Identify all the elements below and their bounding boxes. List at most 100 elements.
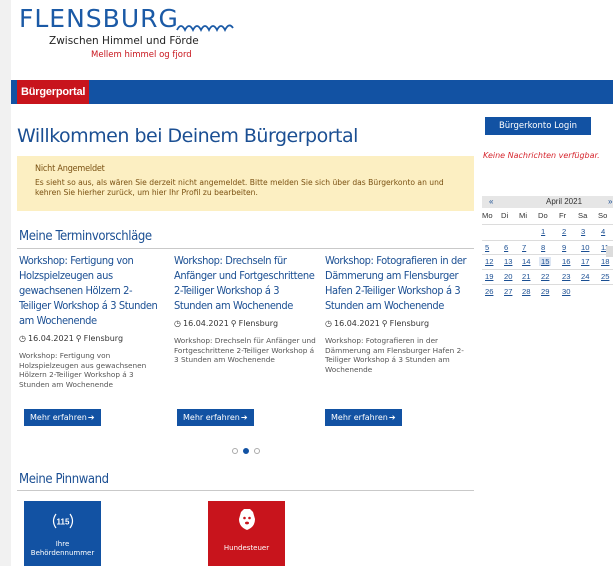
button-label: Mehr erfahren	[183, 413, 240, 422]
tile-label: Hundesteuer	[223, 544, 270, 552]
calendar-day[interactable]: 27	[504, 287, 512, 296]
login-alert: Nicht Angemeldet Es sieht so aus, als wä…	[17, 156, 474, 211]
event-card: Workshop: Fertigung von Holzspielzeugen …	[19, 253, 161, 389]
event-location: Flensburg	[389, 319, 430, 328]
mehr-erfahren-button[interactable]: Mehr erfahren➔	[325, 409, 402, 426]
event-date: 16.04.2021	[333, 319, 380, 328]
logo-wordmark: FLENSBURG	[19, 4, 179, 33]
calendar-row-divider	[482, 254, 613, 255]
calendar-day[interactable]: 26	[485, 287, 493, 296]
calendar-day[interactable]: 16	[562, 257, 570, 266]
event-card-title[interactable]: Workshop: Fertigung von Holzspielzeugen …	[19, 253, 161, 328]
logo-subtitle: Zwischen Himmel und Förde	[49, 35, 199, 47]
calendar-weekday: So	[598, 211, 608, 220]
calendar-day[interactable]: 6	[504, 243, 508, 252]
page: FLENSBURG Zwischen Himmel und Förde Mell…	[11, 0, 613, 566]
event-card-meta: ◷ 16.04.2021 ⚲ Flensburg	[19, 334, 161, 343]
event-date: 16.04.2021	[182, 319, 229, 328]
calendar-day[interactable]: 8	[541, 243, 545, 252]
calendar-day[interactable]: 21	[522, 272, 530, 281]
event-date: 16.04.2021	[27, 334, 74, 343]
calendar-day[interactable]: 1	[541, 227, 545, 236]
calendar-day[interactable]: 10	[581, 243, 589, 252]
logo-subtitle-danish: Mellem himmel og fjord	[91, 50, 192, 60]
event-card-description: Workshop: Drechseln für Anfänger und For…	[174, 336, 316, 365]
calendar-day[interactable]: 18	[601, 257, 609, 266]
calendar-day[interactable]: 25	[601, 272, 609, 281]
location-pin-icon: ⚲	[75, 334, 82, 343]
alert-title: Nicht Angemeldet	[35, 164, 105, 174]
no-messages-text: Keine Nachrichten verfügbar.	[483, 151, 600, 160]
calendar-day[interactable]: 9	[562, 243, 566, 252]
calendar-row-divider	[482, 284, 613, 285]
calendar-weekday: Mi	[519, 211, 528, 220]
calendar-day[interactable]: 30	[562, 287, 570, 296]
calendar-weekday: Fr	[559, 211, 567, 220]
carousel-dot[interactable]	[232, 448, 238, 454]
pinnwand-divider	[17, 490, 474, 491]
arrow-right-icon: ➔	[388, 413, 396, 422]
calendar-day[interactable]: 24	[581, 272, 589, 281]
carousel-indicators	[232, 448, 260, 454]
pinnwand-heading: Meine Pinnwand	[19, 472, 109, 487]
event-card-meta: ◷ 16.04.2021 ⚲ Flensburg	[325, 319, 467, 328]
calendar-weekday: Sa	[578, 211, 588, 220]
logo-waves-icon	[176, 24, 234, 33]
main-navigation: Bürgerportal	[11, 80, 613, 104]
tile-label-line: Ihre	[55, 540, 70, 548]
logo[interactable]: FLENSBURG	[19, 4, 234, 33]
calendar-row-divider	[482, 224, 613, 225]
event-location: Flensburg	[238, 319, 279, 328]
event-card-title[interactable]: Workshop: Fotografieren in der Dämmerung…	[325, 253, 467, 313]
buergerkonto-login-button[interactable]: Bürgerkonto Login	[485, 117, 591, 135]
event-card-description: Workshop: Fotografieren in der Dämmerung…	[325, 336, 464, 374]
calendar-day[interactable]: 4	[601, 227, 605, 236]
event-card: Workshop: Fotografieren in der Dämmerung…	[325, 253, 467, 374]
clock-icon: ◷	[19, 334, 26, 343]
location-pin-icon: ⚲	[381, 319, 388, 328]
calendar-day[interactable]: 20	[504, 272, 512, 281]
event-card-title[interactable]: Workshop: Drechseln für Anfänger und For…	[174, 253, 316, 313]
calendar-row-divider	[482, 240, 613, 241]
arrow-right-icon: ➔	[240, 413, 248, 422]
clock-icon: ◷	[174, 319, 181, 328]
calendar-day[interactable]: 13	[504, 257, 512, 266]
arrow-right-icon: ➔	[87, 413, 95, 422]
carousel-dot[interactable]	[254, 448, 260, 454]
calendar-day[interactable]: 17	[581, 257, 589, 266]
carousel-dot-active[interactable]	[243, 448, 249, 454]
calendar-weekday: Mo	[482, 211, 493, 220]
calendar-day[interactable]: 14	[522, 257, 530, 266]
page-title: Willkommen bei Deinem Bürgerportal	[17, 125, 358, 147]
calendar-day[interactable]: 2	[562, 227, 566, 236]
button-label: Mehr erfahren	[331, 413, 388, 422]
tile-behoerdennummer[interactable]: 115 Ihre Behördennummer	[24, 501, 101, 566]
calendar-day[interactable]: 29	[541, 287, 549, 296]
calendar-day[interactable]: 12	[485, 257, 493, 266]
tile-label: Ihre Behördennummer	[24, 540, 101, 558]
tile-hundesteuer[interactable]: Hundesteuer	[208, 501, 285, 566]
calendar-weekday: Do	[538, 211, 548, 220]
termine-heading: Meine Terminvorschläge	[19, 229, 152, 244]
calendar-empty-cell	[606, 246, 613, 257]
calendar-day[interactable]: 5	[485, 243, 489, 252]
calendar-day[interactable]: 3	[581, 227, 585, 236]
calendar-row-divider	[482, 269, 613, 270]
mehr-erfahren-button[interactable]: Mehr erfahren➔	[177, 409, 254, 426]
dog-icon	[239, 509, 255, 530]
tile-label-line: Behördennummer	[30, 549, 95, 557]
location-pin-icon: ⚲	[230, 319, 237, 328]
nav-tab-buergerportal[interactable]: Bürgerportal	[17, 80, 90, 104]
calendar-day[interactable]: 7	[522, 243, 526, 252]
calendar-day[interactable]: 22	[541, 272, 549, 281]
calendar-day[interactable]: 28	[522, 287, 530, 296]
calendar-day[interactable]: 23	[562, 272, 570, 281]
clock-icon: ◷	[325, 319, 332, 328]
event-card-meta: ◷ 16.04.2021 ⚲ Flensburg	[174, 319, 316, 328]
calendar-next-button[interactable]: »	[608, 196, 612, 208]
mehr-erfahren-button[interactable]: Mehr erfahren➔	[24, 409, 101, 426]
event-card: Workshop: Drechseln für Anfänger und For…	[174, 253, 316, 365]
calendar-day[interactable]: 19	[485, 272, 493, 281]
calendar-prev-button[interactable]: «	[489, 196, 493, 208]
calendar-day-today[interactable]: 15	[539, 257, 552, 266]
